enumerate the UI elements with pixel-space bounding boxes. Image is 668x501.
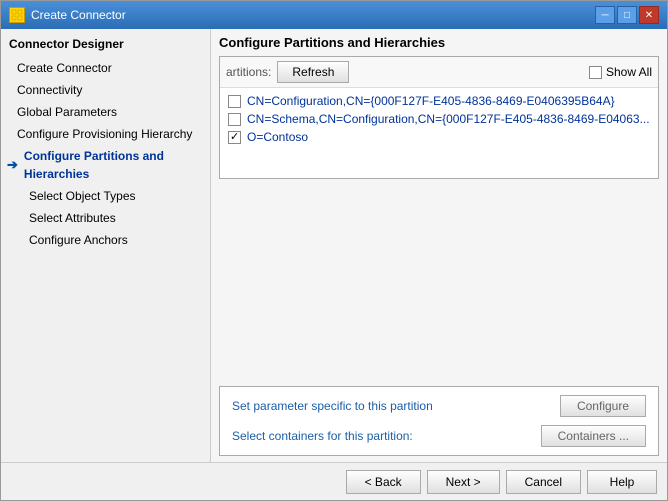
sidebar: Connector Designer Create Connector Conn…	[1, 29, 211, 462]
show-all-label: Show All	[606, 65, 652, 79]
title-bar: Create Connector ─ □ ✕	[1, 1, 667, 29]
sidebar-item-select-object-types[interactable]: Select Object Types	[1, 185, 210, 207]
arrow-icon: ➔	[7, 155, 18, 175]
action-row-containers: Select containers for this partition: Co…	[232, 425, 646, 447]
sidebar-header: Connector Designer	[1, 33, 210, 57]
partition-item-o-contoso: O=Contoso	[226, 128, 652, 146]
help-button[interactable]: Help	[587, 470, 657, 494]
refresh-button[interactable]: Refresh	[277, 61, 349, 83]
title-bar-controls: ─ □ ✕	[595, 6, 659, 24]
maximize-button[interactable]: □	[617, 6, 637, 24]
partitions-label: artitions:	[226, 65, 271, 79]
configure-button[interactable]: Configure	[560, 395, 646, 417]
containers-button[interactable]: Containers ...	[541, 425, 646, 447]
partition-checkbox-cn-schema[interactable]	[228, 113, 241, 126]
panel-title: Configure Partitions and Hierarchies	[219, 35, 659, 50]
close-button[interactable]: ✕	[639, 6, 659, 24]
partition-label-cn-config: CN=Configuration,CN={000F127F-E405-4836-…	[247, 94, 615, 108]
minimize-button[interactable]: ─	[595, 6, 615, 24]
show-all-container: Show All	[589, 65, 652, 79]
action-section: Set parameter specific to this partition…	[219, 386, 659, 456]
sidebar-label-configure-partitions: Configure Partitions and Hierarchies	[24, 147, 206, 183]
action-label-configure: Set parameter specific to this partition	[232, 399, 433, 413]
action-label-containers: Select containers for this partition:	[232, 429, 413, 443]
partition-checkbox-o-contoso[interactable]	[228, 131, 241, 144]
sidebar-label-select-object-types: Select Object Types	[29, 187, 136, 205]
sidebar-label-connectivity: Connectivity	[17, 81, 82, 99]
sidebar-item-configure-anchors[interactable]: Configure Anchors	[1, 229, 210, 251]
partition-item-cn-schema: CN=Schema,CN=Configuration,CN={000F127F-…	[226, 110, 652, 128]
sidebar-label-global-parameters: Global Parameters	[17, 103, 117, 121]
sidebar-label-configure-provisioning: Configure Provisioning Hierarchy	[17, 125, 192, 143]
back-button[interactable]: < Back	[346, 470, 421, 494]
footer: < Back Next > Cancel Help	[1, 462, 667, 500]
sidebar-label-configure-anchors: Configure Anchors	[29, 231, 128, 249]
sidebar-item-configure-partitions[interactable]: ➔ Configure Partitions and Hierarchies	[1, 145, 210, 185]
next-button[interactable]: Next >	[427, 470, 500, 494]
sidebar-item-create-connector[interactable]: Create Connector	[1, 57, 210, 79]
sidebar-item-global-parameters[interactable]: Global Parameters	[1, 101, 210, 123]
show-all-checkbox[interactable]	[589, 66, 602, 79]
window-title: Create Connector	[31, 8, 126, 22]
cancel-button[interactable]: Cancel	[506, 470, 581, 494]
sidebar-item-configure-provisioning[interactable]: Configure Provisioning Hierarchy	[1, 123, 210, 145]
partition-list: CN=Configuration,CN={000F127F-E405-4836-…	[220, 88, 658, 178]
title-bar-left: Create Connector	[9, 7, 126, 23]
partitions-toolbar: artitions: Refresh Show All	[220, 57, 658, 88]
spacer	[219, 187, 659, 386]
action-row-configure: Set parameter specific to this partition…	[232, 395, 646, 417]
partition-checkbox-cn-config[interactable]	[228, 95, 241, 108]
partition-label-o-contoso: O=Contoso	[247, 130, 308, 144]
content-area: Connector Designer Create Connector Conn…	[1, 29, 667, 462]
partitions-section: artitions: Refresh Show All CN=Configura…	[219, 56, 659, 179]
sidebar-item-select-attributes[interactable]: Select Attributes	[1, 207, 210, 229]
sidebar-label-create-connector: Create Connector	[17, 59, 112, 77]
sidebar-label-select-attributes: Select Attributes	[29, 209, 116, 227]
sidebar-item-connectivity[interactable]: Connectivity	[1, 79, 210, 101]
partition-label-cn-schema: CN=Schema,CN=Configuration,CN={000F127F-…	[247, 112, 650, 126]
partition-item-cn-config: CN=Configuration,CN={000F127F-E405-4836-…	[226, 92, 652, 110]
main-window: Create Connector ─ □ ✕ Connector Designe…	[0, 0, 668, 501]
main-panel: Configure Partitions and Hierarchies art…	[211, 29, 667, 462]
app-icon	[9, 7, 25, 23]
